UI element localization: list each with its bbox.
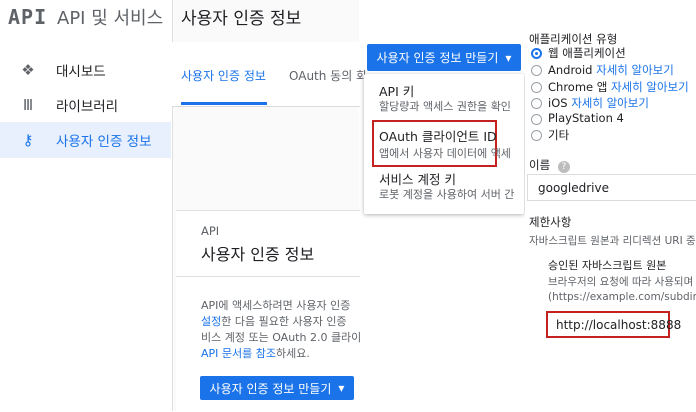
dropdown-caret-icon: ▾ (338, 381, 345, 395)
create-credentials-button-card[interactable]: 사용자 인증 정보 만들기 ▾ (200, 376, 354, 400)
js-origins-label: 승인된 자바스크립트 원본 (548, 259, 667, 272)
card-subtitle: API (201, 224, 220, 238)
radio-label-row: Chrome 앱 자세히 알아보기 (548, 79, 689, 95)
radio-web-app[interactable] (531, 48, 542, 59)
radio-other[interactable] (531, 130, 542, 141)
js-origins-hint: (https://example.com/subdir (548, 291, 696, 303)
js-origin-input[interactable]: http://localhost:8888 (546, 311, 681, 338)
api-docs-link[interactable]: API 문서를 참조 (201, 347, 276, 360)
radio-playstation[interactable] (531, 114, 542, 125)
button-label: 사용자 인증 정보 만들기 (376, 51, 499, 65)
radio-label: 기타 (548, 128, 570, 142)
restrictions-desc: 자바스크립트 원본과 리디렉션 URI 중 (529, 235, 696, 247)
product-title: API 및 서비스 (57, 8, 164, 29)
name-label: 이름 (529, 158, 551, 172)
key-icon: ⚷ (22, 131, 34, 149)
radio-label: Chrome 앱 (548, 80, 608, 94)
radio-label: iOS (548, 96, 568, 110)
learn-more-link[interactable]: 자세히 알아보기 (611, 80, 689, 94)
button-label: 사용자 인증 정보 만들기 (209, 381, 332, 396)
card-text-line: API에 액세스하려면 사용자 인증 (201, 299, 351, 312)
js-origins-desc: 브라우저의 요청에 따라 사용되며 (548, 276, 694, 288)
card-text-line: API 문서를 참조하세요. (201, 345, 360, 361)
name-input[interactable]: googledrive (527, 174, 696, 201)
tab-oauth-consent[interactable]: OAuth 동의 화 (289, 67, 367, 84)
radio-android[interactable] (531, 65, 542, 76)
sidebar-item-label: 사용자 인증 정보 (56, 134, 152, 150)
learn-more-link[interactable]: 자세히 알아보기 (571, 96, 649, 110)
help-icon[interactable]: ? (557, 161, 570, 173)
sidebar-item-library[interactable]: Ⅲ 라이브러리 (0, 87, 171, 123)
card-title: 사용자 인증 정보 (201, 245, 315, 264)
radio-label-row: Android 자세히 알아보기 (548, 62, 674, 78)
radio-label: PlayStation 4 (548, 111, 624, 125)
learn-more-link[interactable]: 자세히 알아보기 (596, 63, 674, 77)
sidebar-item-credentials[interactable]: ⚷ 사용자 인증 정보 (0, 122, 171, 158)
menu-item-desc: 로봇 계정을 사용하여 서버 간 (379, 188, 515, 201)
radio-ios[interactable] (531, 98, 542, 109)
menu-item-desc: 앱에서 사용자 데이터에 액세 (379, 147, 511, 160)
card-text-line: 설정한 다음 필요한 사용자 인증 (201, 313, 360, 329)
api-logo: API (8, 5, 48, 29)
card-divider (176, 276, 360, 277)
card-text: 한 다음 필요한 사용자 인증 (221, 315, 347, 328)
radio-chrome-app[interactable] (531, 82, 542, 93)
card-text: 하세요. (276, 347, 310, 360)
name-label-row: 이름 ? (529, 157, 570, 173)
library-icon: Ⅲ (22, 96, 34, 114)
create-credentials-button[interactable]: 사용자 인증 정보 만들기 ▾ (367, 44, 521, 71)
sidebar-item-dashboard[interactable]: ❖ 대시보드 (0, 52, 171, 88)
radio-label: 웹 애플리케이션 (548, 46, 626, 60)
radio-label-row: iOS 자세히 알아보기 (548, 95, 649, 111)
card-text-line: 비스 계정 또는 OAuth 2.0 클라이 (201, 331, 360, 344)
dropdown-caret-icon: ▾ (505, 50, 512, 65)
active-tab-indicator (181, 102, 267, 105)
page-title: 사용자 인증 정보 (181, 9, 302, 29)
sidebar-item-label: 라이브러리 (56, 99, 119, 115)
menu-item-oauth-client-id[interactable]: OAuth 클라이언트 ID (379, 126, 497, 145)
sidebar-item-label: 대시보드 (56, 64, 106, 80)
dashboard-icon: ❖ (21, 61, 35, 79)
setup-link[interactable]: 설정 (201, 315, 221, 328)
restrictions-label: 제한사항 (529, 215, 572, 229)
radio-label: Android (548, 63, 593, 77)
tab-credentials[interactable]: 사용자 인증 정보 (181, 67, 266, 84)
menu-item-desc: 할당량과 액세스 권한을 확인 (379, 100, 511, 113)
